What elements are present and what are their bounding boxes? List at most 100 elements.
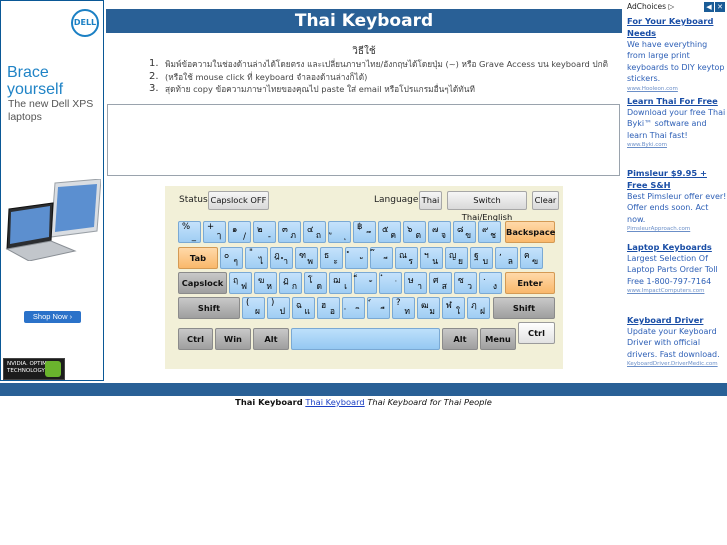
thai-char-key[interactable]: ูุ	[328, 221, 351, 243]
ad-url-link[interactable]: www.Hooleon.com	[627, 85, 727, 94]
capslock-key[interactable]: Capslock	[178, 272, 227, 294]
ad-title-link[interactable]: Pimsleur $9.95 + Free S&H	[627, 167, 727, 191]
ad-title-link[interactable]: Laptop Keyboards	[627, 241, 727, 253]
switch-language-button[interactable]: Switch Thai/English	[447, 191, 527, 222]
adchoices-link[interactable]: AdChoices ▷	[627, 2, 674, 11]
ad-url-link[interactable]: www.ImpactComputers.com	[627, 287, 727, 296]
key-base-char: ค	[390, 231, 396, 241]
thai-char-key[interactable]: ๊ี	[370, 247, 393, 269]
ad-prev-icon[interactable]: ◀	[704, 2, 714, 12]
enter-key[interactable]: Enter	[505, 272, 555, 294]
ad-title-link[interactable]: Learn Thai For Free	[627, 95, 727, 107]
tab-key[interactable]: Tab	[178, 247, 218, 269]
thai-char-key[interactable]: + ๅ	[203, 221, 226, 243]
ad-url-link[interactable]: PimsleurApproach.com	[627, 225, 727, 234]
thai-char-key[interactable]: ฤฟ	[229, 272, 252, 294]
clear-button[interactable]: Clear	[532, 191, 559, 210]
thai-char-key[interactable]: ฬใ	[442, 297, 465, 319]
thai-char-key[interactable]: ฏก	[279, 272, 302, 294]
thai-char-key[interactable]: ฐบ	[470, 247, 493, 269]
key-shift-char: +	[207, 222, 215, 232]
thai-char-key[interactable]: ๘ข	[453, 221, 476, 243]
thai-char-key[interactable]: ญย	[445, 247, 468, 269]
shop-now-button[interactable]: Shop Now ›	[24, 311, 81, 323]
thai-char-key[interactable]: ๐ๆ	[220, 247, 243, 269]
thai-char-key[interactable]: ณร	[395, 247, 418, 269]
thai-char-key[interactable]: .ง	[479, 272, 502, 294]
thai-char-key[interactable]: ฒม	[417, 297, 440, 319]
thai-char-key[interactable]: ๔ถ	[303, 221, 326, 243]
right-shift-key[interactable]: Shift	[493, 297, 555, 319]
ad-close-icon[interactable]: ✕	[715, 2, 725, 12]
key-shift-char: ?	[396, 298, 401, 308]
capslock-status-button[interactable]: Capslock OFF	[208, 191, 269, 210]
thai-char-key[interactable]: ฦฝ	[467, 297, 490, 319]
thai-char-key[interactable]: ษา	[404, 272, 427, 294]
ad-item[interactable]: Keyboard Driver Update your Keyboard Dri…	[627, 314, 727, 369]
spacebar-key[interactable]	[291, 328, 440, 350]
thai-char-key[interactable]: ์ื	[367, 297, 390, 319]
thai-char-key[interactable]: (ผ	[242, 297, 265, 319]
thai-char-key[interactable]: ? ท	[392, 297, 415, 319]
thai-char-key[interactable]: ซว	[454, 272, 477, 294]
thai-char-key[interactable]: ๋่	[379, 272, 402, 294]
key-base-char: ภ	[290, 231, 296, 241]
ad-title-link[interactable]: Keyboard Driver	[627, 314, 727, 326]
thai-char-key[interactable]: ) ป	[267, 297, 290, 319]
ad-item[interactable]: For Your Keyboard Needs We have everythi…	[627, 15, 727, 94]
key-base-char: ร	[408, 257, 413, 267]
key-shift-char: ญ	[449, 251, 457, 261]
ad-description: Update your Keyboard Driver with officia…	[627, 327, 720, 359]
right-ctrl-key[interactable]: Ctrl	[518, 322, 555, 344]
thai-char-key[interactable]: ๒-	[253, 221, 276, 243]
ad-item[interactable]: Laptop Keyboards Largest Selection Of La…	[627, 241, 727, 296]
thai-char-key[interactable]: ๕ค	[378, 221, 401, 243]
thai-char-key[interactable]: ฌเ	[329, 272, 352, 294]
thai-char-key[interactable]: % _	[178, 221, 201, 243]
thai-char-key[interactable]: ฅฃ	[520, 247, 543, 269]
thai-char-key[interactable]: ฉแ	[292, 297, 315, 319]
language-label: Language	[374, 195, 419, 205]
backspace-key[interactable]: Backspace	[505, 221, 555, 243]
left-shift-key[interactable]: Shift	[178, 297, 240, 319]
thai-char-key[interactable]: ๑/	[228, 221, 251, 243]
instruction-item: 1. พิมพ์ข้อความในช่องด้านล่างได้โดยตรง แล…	[149, 58, 609, 69]
key-base-char: อ	[329, 307, 335, 317]
thai-char-key[interactable]: " ไ	[245, 247, 268, 269]
thai-char-key[interactable]: ฿ึ	[353, 221, 376, 243]
thai-char-key[interactable]: ธะ	[320, 247, 343, 269]
thai-char-key[interactable]: ๙ช	[478, 221, 501, 243]
ad-title-link[interactable]: For Your Keyboard Needs	[627, 15, 727, 39]
thai-char-key[interactable]: ฑพ	[295, 247, 318, 269]
ad-url-link[interactable]: KeyboardDriver.DriverMedic.com	[627, 360, 727, 369]
thai-char-key[interactable]: ฆห	[254, 272, 277, 294]
thai-char-key[interactable]: ศส	[429, 272, 452, 294]
left-alt-key[interactable]: Alt	[253, 328, 289, 350]
thai-char-key[interactable]: ๓ภ	[278, 221, 301, 243]
right-alt-key[interactable]: Alt	[442, 328, 478, 350]
thai-char-key[interactable]: ฎำ	[270, 247, 293, 269]
menu-key[interactable]: Menu	[480, 328, 516, 350]
thai-char-key[interactable]: ็้	[354, 272, 377, 294]
thai-char-key[interactable]: ,ล	[495, 247, 518, 269]
ad-description: Largest Selection Of Laptop Parts Order …	[627, 254, 718, 286]
left-ctrl-key[interactable]: Ctrl	[178, 328, 213, 350]
key-base-char: _	[191, 232, 196, 242]
win-key[interactable]: Win	[215, 328, 251, 350]
ad-item[interactable]: Learn Thai For Free Download your free T…	[627, 95, 727, 150]
ad-url-link[interactable]: www.Byki.com	[627, 141, 727, 150]
thai-char-key[interactable]: ฺิ	[342, 297, 365, 319]
thai-char-key[interactable]: โด	[304, 272, 327, 294]
thai-char-key[interactable]: ๖ต	[403, 221, 426, 243]
key-base-char: ง	[492, 282, 497, 292]
footer-link[interactable]: Thai Keyboard	[305, 397, 364, 407]
thai-char-key[interactable]: ฯน	[420, 247, 443, 269]
key-shift-char: ฆ	[258, 276, 265, 286]
language-thai-button[interactable]: Thai	[419, 191, 442, 210]
ad-item[interactable]: Pimsleur $9.95 + Free S&H Best Pimsleur …	[627, 167, 727, 234]
thai-char-key[interactable]: ๗จ	[428, 221, 451, 243]
thai-char-key[interactable]: ฮอ	[317, 297, 340, 319]
dell-ad-banner[interactable]: DELL Brace yourself The new Dell XPS lap…	[0, 0, 104, 381]
thai-text-input[interactable]	[107, 104, 620, 176]
thai-char-key[interactable]: ํั	[345, 247, 368, 269]
